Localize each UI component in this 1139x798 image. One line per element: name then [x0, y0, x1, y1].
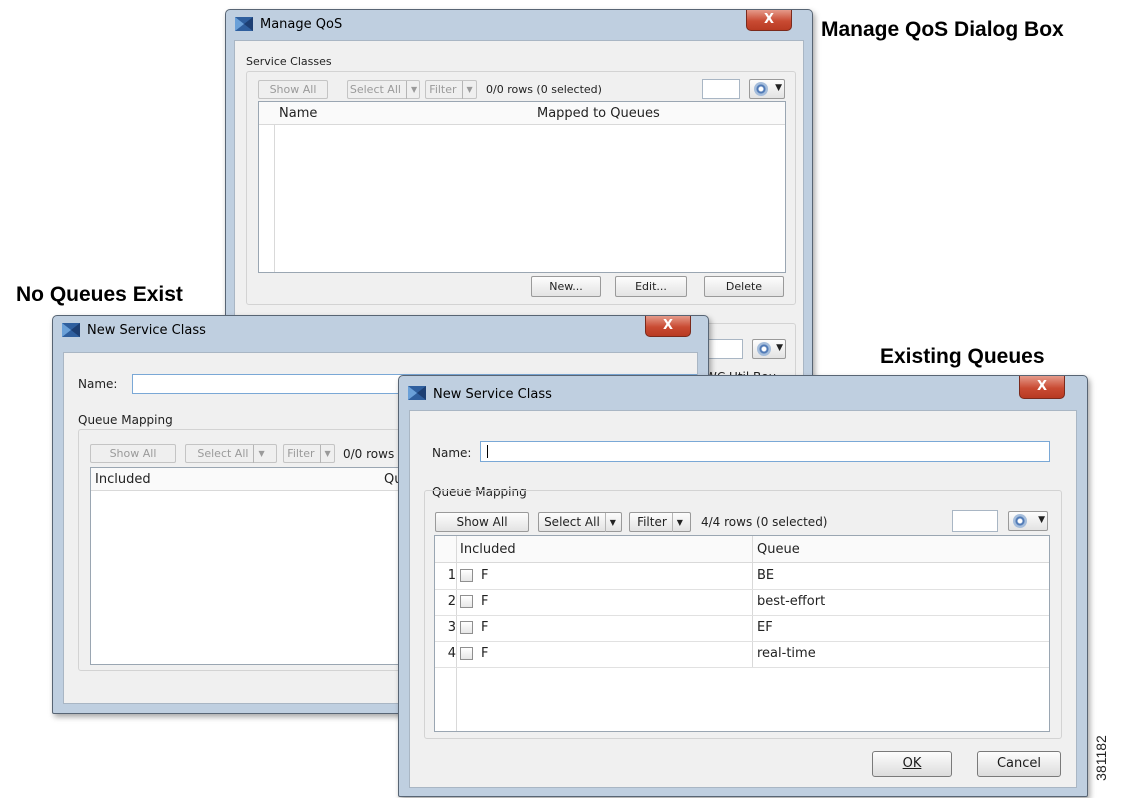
row-count: 0/0 rows (	[343, 447, 403, 461]
select-all-button[interactable]: Select All ▼	[185, 444, 277, 463]
queue-mapping-table[interactable]: Included Queue 1 F BE 2 F best-effort 3 F…	[434, 535, 1050, 732]
filter-button[interactable]: Filter ▼	[425, 80, 477, 99]
quick-find-input[interactable]	[952, 510, 998, 532]
manage-qos-titlebar[interactable]: Manage QoS X	[226, 10, 812, 40]
included-checkbox[interactable]	[460, 595, 473, 608]
name-input[interactable]	[480, 441, 1050, 462]
ok-button[interactable]: OK	[872, 751, 952, 777]
caption-existing-queues: Existing Queues	[880, 345, 1045, 368]
existing-titlebar[interactable]: New Service Class X	[399, 376, 1087, 406]
row-count: 0/0 rows (0 selected)	[486, 83, 602, 96]
new-button[interactable]: New...	[531, 276, 601, 297]
table-row[interactable]: 4 F real-time	[435, 641, 1049, 668]
col-name[interactable]: Name	[279, 106, 317, 121]
row-count: 4/4 rows (0 selected)	[701, 515, 828, 529]
included-value: F	[481, 594, 489, 609]
row-number: 1	[447, 568, 456, 583]
included-value: F	[481, 646, 489, 661]
caption-manage-qos: Manage QoS Dialog Box	[821, 18, 1064, 41]
figure-id: 381182	[1093, 735, 1109, 781]
close-button[interactable]: X	[746, 10, 792, 31]
row-number: 3	[447, 620, 456, 635]
existing-title: New Service Class	[433, 387, 552, 402]
name-label: Name:	[78, 377, 118, 391]
included-value: F	[481, 620, 489, 635]
gear-icon: gear-icon	[754, 82, 768, 96]
row-number: 4	[447, 646, 456, 661]
included-checkbox[interactable]	[460, 621, 473, 634]
service-classes-label: Service Classes	[246, 55, 332, 68]
existing-queues-window: New Service Class X Name: Queue Mapping …	[398, 375, 1088, 797]
quick-find-input[interactable]	[702, 79, 740, 99]
filter-button[interactable]: Filter ▼	[629, 512, 691, 532]
queue-name: EF	[757, 620, 773, 635]
select-all-button[interactable]: Select All ▼	[538, 512, 622, 532]
cisco-logo-icon	[408, 386, 426, 400]
included-value: F	[481, 568, 489, 583]
col-mapped-to-queues[interactable]: Mapped to Queues	[537, 106, 660, 121]
col-queue[interactable]: Queue	[757, 542, 800, 557]
queue-name: BE	[757, 568, 775, 583]
manage-qos-title: Manage QoS	[260, 17, 343, 32]
select-all-button[interactable]: Select All ▼	[347, 80, 420, 99]
close-button[interactable]: X	[1019, 376, 1065, 399]
cisco-logo-icon	[62, 323, 80, 337]
no-queues-title: New Service Class	[87, 323, 206, 338]
show-all-button[interactable]: Show All	[258, 80, 328, 99]
table-options-button[interactable]: gear-icon▼	[1008, 511, 1048, 531]
col-included[interactable]: Included	[95, 472, 151, 487]
queue-name: real-time	[757, 646, 816, 661]
row-number: 2	[447, 594, 456, 609]
cisco-logo-icon	[235, 17, 253, 31]
gear-icon: gear-icon	[1013, 514, 1027, 528]
delete-button[interactable]: Delete	[704, 276, 784, 297]
caption-no-queues: No Queues Exist	[16, 283, 183, 306]
existing-client: Name: Queue Mapping Show All Select All ▼…	[409, 410, 1077, 788]
table-row[interactable]: 3 F EF	[435, 615, 1049, 642]
no-queues-titlebar[interactable]: New Service Class X	[53, 316, 708, 346]
close-button[interactable]: X	[645, 316, 691, 337]
show-all-button[interactable]: Show All	[90, 444, 176, 463]
edit-button[interactable]: Edit...	[615, 276, 687, 297]
table-row[interactable]: 2 F best-effort	[435, 589, 1049, 616]
included-checkbox[interactable]	[460, 569, 473, 582]
text-caret	[487, 445, 488, 458]
cancel-button[interactable]: Cancel	[977, 751, 1061, 777]
service-classes-table[interactable]: Name Mapped to Queues	[258, 101, 786, 273]
col-included[interactable]: Included	[460, 542, 516, 557]
queues-options-button[interactable]: ▼	[752, 339, 786, 359]
show-all-button[interactable]: Show All	[435, 512, 529, 532]
queues-find-input[interactable]	[707, 339, 743, 359]
name-label: Name:	[432, 446, 472, 460]
included-checkbox[interactable]	[460, 647, 473, 660]
gear-icon	[757, 342, 771, 356]
queue-name: best-effort	[757, 594, 826, 609]
table-options-button[interactable]: gear-icon▼	[749, 79, 785, 99]
queue-mapping-label: Queue Mapping	[78, 413, 173, 427]
filter-button[interactable]: Filter ▼	[283, 444, 335, 463]
table-row[interactable]: 1 F BE	[435, 563, 1049, 590]
